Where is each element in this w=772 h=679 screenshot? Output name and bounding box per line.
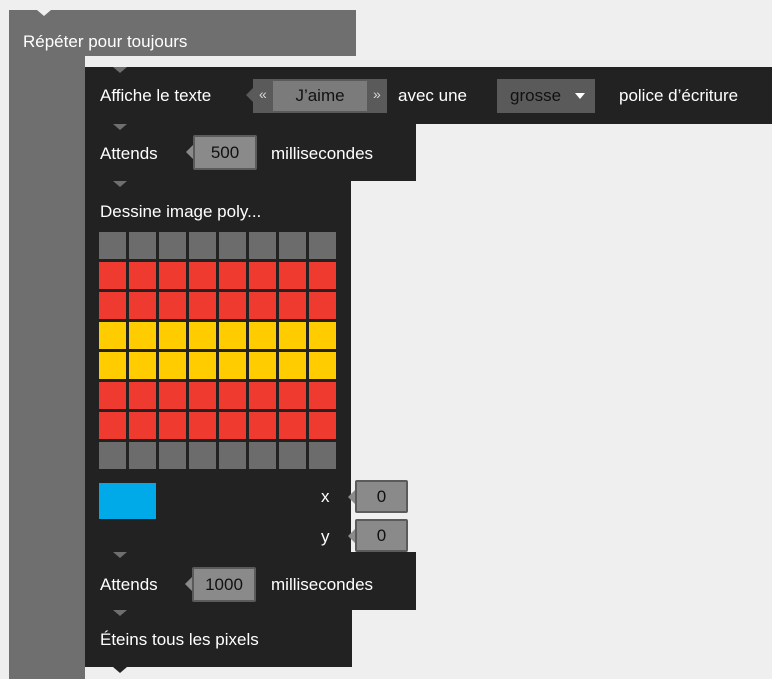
pixel-cell[interactable]: [219, 412, 246, 439]
pixel-cell[interactable]: [219, 292, 246, 319]
pixel-cell[interactable]: [279, 352, 306, 379]
pixel-cell[interactable]: [309, 262, 336, 289]
pixel-cell[interactable]: [129, 412, 156, 439]
pixel-cell[interactable]: [189, 442, 216, 469]
pixel-cell[interactable]: [189, 232, 216, 259]
display-text-label: Affiche le texte: [100, 86, 212, 105]
font-label: police d’écriture: [619, 86, 739, 105]
pixel-cell[interactable]: [309, 442, 336, 469]
pixel-cell[interactable]: [189, 262, 216, 289]
clear-pixels-block[interactable]: Éteins tous les pixels: [85, 610, 352, 673]
pixel-cell[interactable]: [279, 292, 306, 319]
pixel-cell[interactable]: [219, 232, 246, 259]
pixel-cell[interactable]: [99, 352, 126, 379]
pixel-cell[interactable]: [279, 322, 306, 349]
pixel-cell[interactable]: [159, 322, 186, 349]
y-coordinate-input[interactable]: 0: [348, 519, 408, 552]
pixel-cell[interactable]: [99, 292, 126, 319]
pixel-cell[interactable]: [279, 262, 306, 289]
close-quote: »: [373, 86, 381, 102]
wait-ms-input[interactable]: 500: [186, 135, 257, 170]
pixel-cell[interactable]: [159, 262, 186, 289]
pixel-cell[interactable]: [189, 292, 216, 319]
pixel-cell[interactable]: [249, 322, 276, 349]
pixel-cell[interactable]: [249, 442, 276, 469]
pixel-cell[interactable]: [129, 232, 156, 259]
pixel-cell[interactable]: [249, 352, 276, 379]
pixel-cell[interactable]: [189, 322, 216, 349]
pixel-cell[interactable]: [309, 322, 336, 349]
pixel-cell[interactable]: [159, 442, 186, 469]
wait-ms-input[interactable]: 1000: [185, 567, 256, 602]
pixel-cell[interactable]: [129, 382, 156, 409]
pixel-cell[interactable]: [99, 382, 126, 409]
pixel-cell[interactable]: [129, 352, 156, 379]
repeat-forever-block[interactable]: Répéter pour toujours: [9, 10, 356, 62]
x-coordinate-input[interactable]: 0: [348, 480, 408, 513]
pixel-cell[interactable]: [129, 292, 156, 319]
pixel-cell[interactable]: [159, 232, 186, 259]
open-quote: «: [259, 86, 267, 102]
pixel-cell[interactable]: [309, 232, 336, 259]
pixel-cell[interactable]: [219, 382, 246, 409]
pixel-grid: [99, 232, 336, 469]
pixel-cell[interactable]: [249, 382, 276, 409]
text-value[interactable]: J’aime: [273, 81, 367, 111]
pixel-cell[interactable]: [159, 292, 186, 319]
font-size-dropdown[interactable]: grosse: [497, 79, 595, 113]
pixel-cell[interactable]: [279, 442, 306, 469]
pixel-cell[interactable]: [279, 232, 306, 259]
pixel-cell[interactable]: [309, 352, 336, 379]
pixel-cell[interactable]: [219, 322, 246, 349]
x-label: x: [321, 487, 330, 506]
pixel-cell[interactable]: [159, 352, 186, 379]
pixel-cell[interactable]: [99, 322, 126, 349]
pixel-cell[interactable]: [189, 352, 216, 379]
pixel-cell[interactable]: [189, 382, 216, 409]
pixel-cell[interactable]: [189, 412, 216, 439]
wait-block-2[interactable]: Attends 1000 millisecondes: [85, 552, 416, 616]
pixel-cell[interactable]: [99, 262, 126, 289]
milliseconds-label: millisecondes: [271, 575, 374, 594]
display-text-block[interactable]: Affiche le texte « J’aime » avec une gro…: [85, 67, 772, 130]
draw-image-label: Dessine image poly...: [100, 202, 262, 221]
pixel-cell[interactable]: [99, 412, 126, 439]
font-size-value: grosse: [510, 86, 562, 105]
pixel-cell[interactable]: [279, 412, 306, 439]
wait-block-1[interactable]: Attends 500 millisecondes: [85, 124, 416, 187]
pixel-cell[interactable]: [309, 412, 336, 439]
pixel-cell[interactable]: [129, 322, 156, 349]
pixel-cell[interactable]: [249, 232, 276, 259]
pixel-cell[interactable]: [219, 352, 246, 379]
selected-color-swatch[interactable]: [99, 483, 156, 519]
y-label: y: [321, 527, 330, 546]
pixel-cell[interactable]: [159, 382, 186, 409]
clear-pixels-label: Éteins tous les pixels: [100, 630, 259, 649]
wait-label: Attends: [100, 575, 158, 594]
pixel-cell[interactable]: [219, 442, 246, 469]
milliseconds-label: millisecondes: [271, 144, 374, 163]
pixel-cell[interactable]: [219, 262, 246, 289]
pixel-cell[interactable]: [309, 292, 336, 319]
pixel-cell[interactable]: [129, 262, 156, 289]
pixel-cell[interactable]: [279, 382, 306, 409]
repeat-forever-label: Répéter pour toujours: [23, 32, 188, 51]
pixel-cell[interactable]: [99, 442, 126, 469]
pixel-cell[interactable]: [159, 412, 186, 439]
pixel-cell[interactable]: [249, 412, 276, 439]
chevron-down-icon: [575, 93, 585, 99]
wait-label: Attends: [100, 144, 158, 163]
pixel-cell[interactable]: [309, 382, 336, 409]
repeat-forever-arm: [9, 56, 85, 679]
pixel-cell[interactable]: [249, 262, 276, 289]
pixel-cell[interactable]: [129, 442, 156, 469]
with-a-label: avec une: [398, 86, 467, 105]
pixel-cell[interactable]: [249, 292, 276, 319]
pixel-cell[interactable]: [99, 232, 126, 259]
text-string-field[interactable]: « J’aime »: [246, 79, 387, 113]
